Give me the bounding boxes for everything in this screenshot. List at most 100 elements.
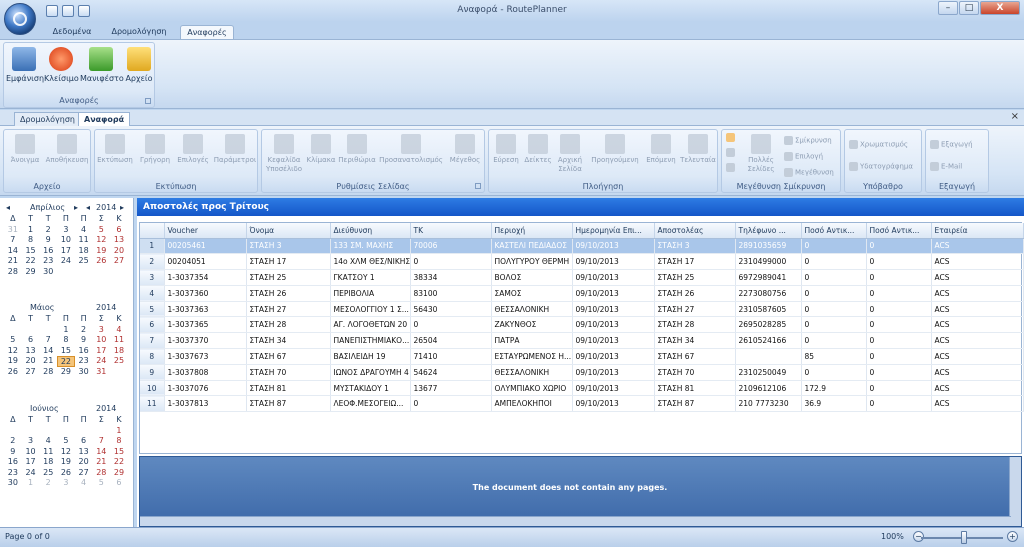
close-doc-icon[interactable]: × bbox=[1011, 111, 1019, 122]
tab-routing[interactable]: Δρομολόγηση bbox=[104, 25, 174, 40]
day-cell[interactable]: 12 bbox=[57, 447, 75, 458]
table-cell[interactable]: ΣΤΑΣΗ 87 bbox=[246, 395, 331, 413]
table-cell[interactable]: ΣΤΑΣΗ 26 bbox=[654, 285, 736, 302]
table-cell[interactable]: ΘΕΣΣΑΛΟΝΙΚΗ bbox=[491, 364, 573, 381]
column-header[interactable]: Διεύθυνση bbox=[330, 223, 411, 239]
day-cell[interactable]: 9 bbox=[39, 235, 57, 246]
table-cell[interactable]: 0 bbox=[866, 316, 932, 334]
day-cell[interactable]: 23 bbox=[75, 356, 93, 367]
day-cell[interactable]: 27 bbox=[22, 367, 40, 378]
table-cell[interactable]: 09/10/2013 bbox=[572, 269, 655, 286]
day-cell[interactable]: 30 bbox=[39, 267, 57, 278]
table-cell[interactable]: 56430 bbox=[410, 301, 492, 318]
pointer-button[interactable] bbox=[726, 133, 737, 142]
row-number[interactable]: 2 bbox=[140, 253, 165, 271]
table-cell[interactable]: ΣΤΑΣΗ 28 bbox=[654, 316, 736, 334]
table-cell[interactable]: 1-3037813 bbox=[164, 395, 247, 413]
day-cell[interactable]: 19 bbox=[57, 457, 75, 468]
table-cell[interactable]: ΙΩΝΟΣ ΔΡΑΓΟΥΜΗ 4 bbox=[330, 364, 411, 381]
table-cell[interactable]: ΜΕΣΟΛΟΓΓΙΟΥ 1 Σ... bbox=[330, 301, 411, 318]
table-cell[interactable]: ΒΟΛΟΣ bbox=[491, 269, 573, 286]
day-cell[interactable]: 29 bbox=[22, 267, 40, 278]
save-file-button[interactable]: Αποθήκευση bbox=[44, 134, 90, 165]
table-cell[interactable]: 09/10/2013 bbox=[572, 316, 655, 334]
day-cell[interactable]: 1 bbox=[22, 478, 40, 489]
next-year-icon[interactable]: ▸ bbox=[120, 202, 124, 214]
row-number[interactable]: 11 bbox=[140, 395, 165, 413]
table-cell[interactable]: 0 bbox=[866, 253, 932, 271]
day-cell[interactable]: 5 bbox=[92, 478, 110, 489]
day-cell[interactable]: 4 bbox=[75, 225, 93, 236]
table-cell[interactable]: ΣΤΑΣΗ 81 bbox=[246, 380, 331, 397]
table-cell[interactable]: ΣΤΑΣΗ 70 bbox=[246, 364, 331, 381]
table-cell[interactable]: ACS bbox=[931, 316, 1024, 334]
table-cell[interactable]: 09/10/2013 bbox=[572, 285, 655, 302]
day-cell[interactable]: 31 bbox=[92, 367, 110, 378]
zoom-plus-icon[interactable]: + bbox=[1007, 531, 1018, 542]
row-number[interactable]: 4 bbox=[140, 285, 165, 302]
table-cell[interactable]: 0 bbox=[801, 316, 867, 334]
tab-data[interactable]: Δεδομένα bbox=[52, 25, 92, 40]
day-cell[interactable]: 18 bbox=[110, 346, 128, 357]
table-cell[interactable]: 09/10/2013 bbox=[572, 332, 655, 350]
day-cell[interactable]: 3 bbox=[22, 436, 40, 447]
day-cell[interactable]: 5 bbox=[57, 436, 75, 447]
day-cell[interactable]: 29 bbox=[110, 468, 128, 479]
day-cell[interactable]: 16 bbox=[39, 246, 57, 257]
dialog-launcher-icon[interactable] bbox=[145, 98, 151, 104]
day-cell[interactable]: 13 bbox=[75, 447, 93, 458]
day-cell[interactable]: 12 bbox=[92, 235, 110, 246]
minimize-button[interactable]: – bbox=[938, 1, 958, 15]
day-cell[interactable]: 6 bbox=[75, 436, 93, 447]
table-row[interactable]: 10 1-3037076 ΣΤΑΣΗ 81 ΜΥΣΤΑΚΙΔΟΥ 1 13677 ΟΛΥΜ… bbox=[140, 380, 1024, 397]
table-cell[interactable]: 85 bbox=[801, 348, 867, 365]
day-cell[interactable]: 14 bbox=[39, 346, 57, 357]
day-cell[interactable]: 9 bbox=[4, 447, 22, 458]
day-cell[interactable]: 23 bbox=[4, 468, 22, 479]
table-cell[interactable]: 09/10/2013 bbox=[572, 348, 655, 365]
table-cell[interactable]: ΜΥΣΤΑΚΙΔΟΥ 1 bbox=[330, 380, 411, 397]
day-cell[interactable]: 15 bbox=[57, 346, 75, 357]
row-number[interactable]: 10 bbox=[140, 380, 165, 397]
column-header[interactable]: Ποσό Αντικ... bbox=[801, 223, 867, 239]
table-cell[interactable]: ΣΤΑΣΗ 27 bbox=[654, 301, 736, 318]
today-cell[interactable]: 22 bbox=[57, 356, 75, 367]
table-row[interactable]: 8 1-3037673 ΣΤΑΣΗ 67 ΒΑΣΙΛΕΙΔΗ 19 71410 ΕΣΤΑΥ… bbox=[140, 348, 1024, 365]
table-cell[interactable]: ΣΑΜΟΣ bbox=[491, 285, 573, 302]
table-cell[interactable]: ΣΤΑΣΗ 27 bbox=[246, 301, 331, 318]
table-cell[interactable]: 54624 bbox=[410, 364, 492, 381]
last-page-button[interactable]: Τελευταία bbox=[679, 134, 717, 165]
table-cell[interactable]: ACS bbox=[931, 395, 1024, 413]
row-number[interactable]: 6 bbox=[140, 316, 165, 334]
table-cell[interactable]: ΣΤΑΣΗ 87 bbox=[654, 395, 736, 413]
table-cell[interactable]: 14ο ΧΛΜ ΘΕΣ/ΝΙΚΗΣ bbox=[330, 253, 411, 271]
table-cell[interactable]: ACS bbox=[931, 364, 1024, 381]
day-cell[interactable]: 10 bbox=[22, 447, 40, 458]
day-cell[interactable]: 2 bbox=[39, 225, 57, 236]
table-cell[interactable]: ΛΕΟΦ.ΜΕΣΟΓΕΙΩ... bbox=[330, 395, 411, 413]
table-cell[interactable]: 2273080756 bbox=[735, 285, 802, 302]
table-cell[interactable]: 133 ΣΜ. ΜΑΧΗΣ bbox=[330, 238, 411, 255]
table-cell[interactable]: 1-3037360 bbox=[164, 285, 247, 302]
maximize-button[interactable]: □ bbox=[959, 1, 979, 15]
table-cell[interactable]: ΕΣΤΑΥΡΩΜΕΝΟΣ Η... bbox=[491, 348, 573, 365]
table-row[interactable]: 9 1-3037808 ΣΤΑΣΗ 70 ΙΩΝΟΣ ΔΡΑΓΟΥΜΗ 4 54624 Θ… bbox=[140, 364, 1024, 381]
day-cell[interactable]: 11 bbox=[110, 335, 128, 346]
day-cell[interactable]: 30 bbox=[4, 478, 22, 489]
table-cell[interactable]: 2310499000 bbox=[735, 253, 802, 271]
table-cell[interactable]: 70006 bbox=[410, 238, 492, 255]
table-cell[interactable]: ΣΤΑΣΗ 28 bbox=[246, 316, 331, 334]
table-cell[interactable]: ACS bbox=[931, 253, 1024, 271]
day-cell[interactable]: 21 bbox=[4, 256, 22, 267]
day-cell[interactable]: 17 bbox=[92, 346, 110, 357]
table-cell[interactable]: ΣΤΑΣΗ 81 bbox=[654, 380, 736, 397]
day-cell[interactable]: 4 bbox=[39, 436, 57, 447]
table-cell[interactable]: ΠΑΤΡΑ bbox=[491, 332, 573, 350]
table-cell[interactable]: 2310250049 bbox=[735, 364, 802, 381]
day-cell[interactable]: 19 bbox=[4, 356, 22, 367]
day-cell[interactable]: 6 bbox=[22, 335, 40, 346]
table-cell[interactable]: 0 bbox=[866, 269, 932, 286]
day-cell[interactable]: 11 bbox=[39, 447, 57, 458]
table-cell[interactable]: ACS bbox=[931, 269, 1024, 286]
day-cell[interactable]: 8 bbox=[22, 235, 40, 246]
